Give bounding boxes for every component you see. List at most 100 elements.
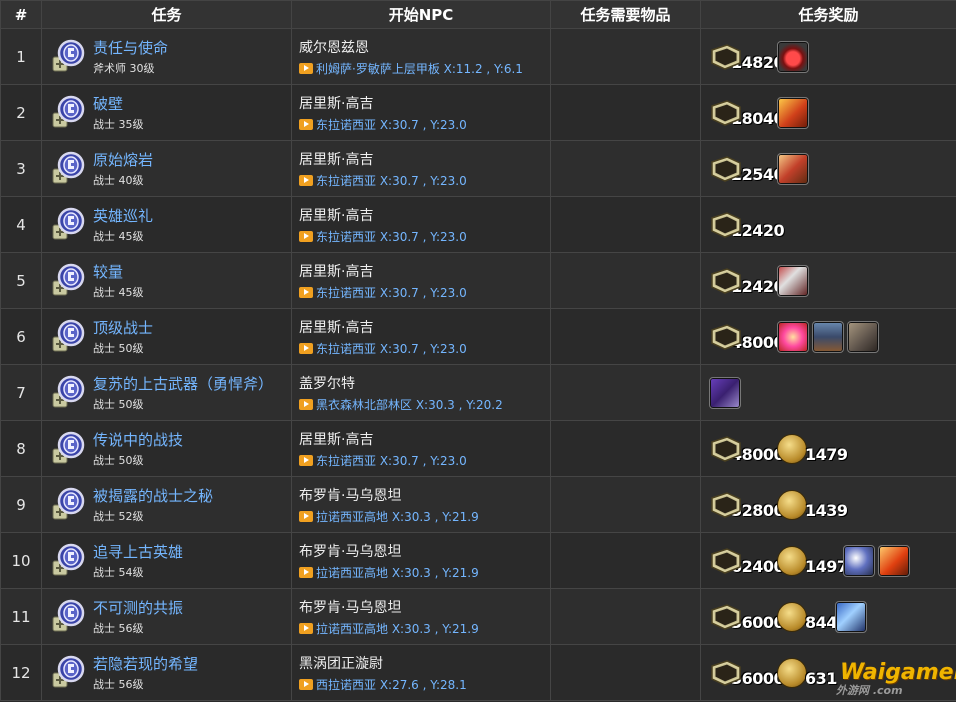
required-items-cell (550, 420, 701, 477)
npc-location-text[interactable]: 东拉诺西亚 X:30.7 , Y:23.0 (316, 118, 467, 132)
header-required-items: 任务需要物品 (550, 0, 701, 29)
map-pin-icon (299, 567, 313, 578)
exp-reward: 12420 (709, 253, 785, 308)
task-link[interactable]: 责任与使命 (93, 37, 168, 58)
npc-location-text[interactable]: 东拉诺西亚 X:30.7 , Y:23.0 (316, 454, 467, 468)
npc-location[interactable]: 东拉诺西亚 X:30.7 , Y:23.0 (299, 172, 467, 189)
exp-reward: 62400 (709, 533, 785, 588)
whirl-skill-icon[interactable] (843, 544, 875, 577)
exp-icon (709, 658, 743, 688)
gil-reward: 1497 (777, 533, 848, 588)
task-cell: 责任与使命 斧术师 30级 (41, 28, 292, 85)
row-number: 4 (0, 196, 42, 253)
warrior-skill-icon[interactable] (777, 96, 809, 129)
exp-reward: 18040 (709, 85, 785, 140)
task-link[interactable]: 原始熔岩 (93, 149, 153, 170)
slash-skill-icon[interactable] (777, 264, 809, 297)
reward-item[interactable] (812, 309, 844, 364)
npc-name: 居里斯·高吉 (299, 320, 374, 336)
reward-item[interactable] (878, 533, 910, 588)
npc-location[interactable]: 拉诺西亚高地 X:30.3 , Y:21.9 (299, 620, 479, 637)
npc-location-text[interactable]: 东拉诺西亚 X:30.7 , Y:23.0 (316, 174, 467, 188)
npc-location[interactable]: 东拉诺西亚 X:30.7 , Y:23.0 (299, 228, 467, 245)
relic-axe-icon[interactable] (709, 376, 741, 409)
npc-location[interactable]: 利姆萨·罗敏萨上层甲板 X:11.2 , Y:6.1 (299, 60, 523, 77)
exp-icon (709, 210, 743, 240)
map-pin-icon (299, 343, 313, 354)
npc-name: 居里斯·高吉 (299, 96, 374, 112)
npc-location[interactable]: 东拉诺西亚 X:30.7 , Y:23.0 (299, 116, 467, 133)
heart-item-icon[interactable] (777, 40, 809, 73)
fire-skill-icon[interactable] (878, 544, 910, 577)
rewards-cell: 14820 (700, 28, 956, 85)
npc-location[interactable]: 东拉诺西亚 X:30.7 , Y:23.0 (299, 284, 467, 301)
npc-location[interactable]: 西拉诺西亚 X:27.6 , Y:28.1 (299, 676, 467, 693)
npc-cell: 威尔恩兹恩 利姆萨·罗敏萨上层甲板 X:11.2 , Y:6.1 (291, 28, 551, 85)
task-link[interactable]: 顶级战士 (93, 317, 153, 338)
required-items-cell (550, 644, 701, 701)
reward-item[interactable] (777, 253, 809, 308)
npc-location-text[interactable]: 东拉诺西亚 X:30.7 , Y:23.0 (316, 342, 467, 356)
reward-item[interactable] (835, 589, 867, 644)
gil-coin-icon (777, 657, 807, 688)
quest-icon (51, 151, 85, 187)
quest-icon (51, 543, 85, 579)
task-link[interactable]: 破壁 (93, 93, 123, 114)
task-level: 战士 45级 (93, 230, 144, 243)
task-link[interactable]: 传说中的战技 (93, 429, 183, 450)
npc-location-text[interactable]: 东拉诺西亚 X:30.7 , Y:23.0 (316, 230, 467, 244)
axe-skill-icon[interactable] (777, 152, 809, 185)
task-cell: 顶级战士 战士 50级 (41, 308, 292, 365)
quest-table: # 任务 开始NPC 任务需要物品 任务奖励 1 责任与使命 斧术师 30级 威… (0, 0, 956, 701)
npc-name: 威尔恩兹恩 (299, 40, 369, 56)
npc-location-text[interactable]: 拉诺西亚高地 X:30.3 , Y:21.9 (316, 566, 479, 580)
npc-location-text[interactable]: 西拉诺西亚 X:27.6 , Y:28.1 (316, 678, 467, 692)
task-link[interactable]: 追寻上古英雄 (93, 541, 183, 562)
row-number: 12 (0, 644, 42, 701)
reward-item[interactable] (843, 533, 875, 588)
reward-item[interactable] (777, 141, 809, 196)
npc-location-text[interactable]: 拉诺西亚高地 X:30.3 , Y:21.9 (316, 622, 479, 636)
watermark-sub: 外游网 .com (836, 684, 903, 697)
gil-coin-icon (777, 489, 807, 520)
npc-location[interactable]: 黑衣森林北部林区 X:30.3 , Y:20.2 (299, 396, 503, 413)
npc-cell: 居里斯·高吉 东拉诺西亚 X:30.7 , Y:23.0 (291, 140, 551, 197)
task-link[interactable]: 不可测的共振 (93, 597, 183, 618)
npc-location[interactable]: 东拉诺西亚 X:30.7 , Y:23.0 (299, 452, 467, 469)
row-number: 6 (0, 308, 42, 365)
npc-location[interactable]: 东拉诺西亚 X:30.7 , Y:23.0 (299, 340, 467, 357)
rewards-cell: 12420 (700, 252, 956, 309)
rewards-cell: 48000 (700, 308, 956, 365)
blue-slash-skill-icon[interactable] (835, 600, 867, 633)
burst-skill-icon[interactable] (777, 320, 809, 353)
npc-name: 布罗肯·马乌恩坦 (299, 488, 402, 504)
npc-location-text[interactable]: 拉诺西亚高地 X:30.3 , Y:21.9 (316, 510, 479, 524)
gil-coin-icon (777, 545, 807, 576)
reward-item[interactable] (777, 85, 809, 140)
reward-item[interactable] (709, 365, 741, 420)
task-link[interactable]: 较量 (93, 261, 123, 282)
table-row: 2 破壁 战士 35级 居里斯·高吉 东拉诺西亚 X:30.7 , Y:23.0… (0, 84, 956, 141)
armor-body-icon[interactable] (812, 320, 844, 353)
row-number: 3 (0, 140, 42, 197)
gil-reward: 1479 (777, 421, 848, 476)
reward-item[interactable] (847, 309, 879, 364)
armor-gauntlet-icon[interactable] (847, 320, 879, 353)
required-items-cell (550, 140, 701, 197)
npc-location[interactable]: 拉诺西亚高地 X:30.3 , Y:21.9 (299, 564, 479, 581)
npc-location-text[interactable]: 东拉诺西亚 X:30.7 , Y:23.0 (316, 286, 467, 300)
exp-reward: 36000 (709, 645, 785, 700)
table-row: 1 责任与使命 斧术师 30级 威尔恩兹恩 利姆萨·罗敏萨上层甲板 X:11.2… (0, 28, 956, 85)
npc-location-text[interactable]: 利姆萨·罗敏萨上层甲板 X:11.2 , Y:6.1 (316, 62, 523, 76)
reward-item[interactable] (777, 29, 809, 84)
task-link[interactable]: 复苏的上古武器（勇悍斧） (93, 373, 273, 394)
row-number: 10 (0, 532, 42, 589)
task-cell: 传说中的战技 战士 50级 (41, 420, 292, 477)
task-link[interactable]: 若隐若现的希望 (93, 653, 198, 674)
task-link[interactable]: 被揭露的战士之秘 (93, 485, 213, 506)
task-link[interactable]: 英雄巡礼 (93, 205, 153, 226)
gil-reward: 1439 (777, 477, 848, 532)
npc-location[interactable]: 拉诺西亚高地 X:30.3 , Y:21.9 (299, 508, 479, 525)
reward-item[interactable] (777, 309, 809, 364)
npc-location-text[interactable]: 黑衣森林北部林区 X:30.3 , Y:20.2 (316, 398, 503, 412)
